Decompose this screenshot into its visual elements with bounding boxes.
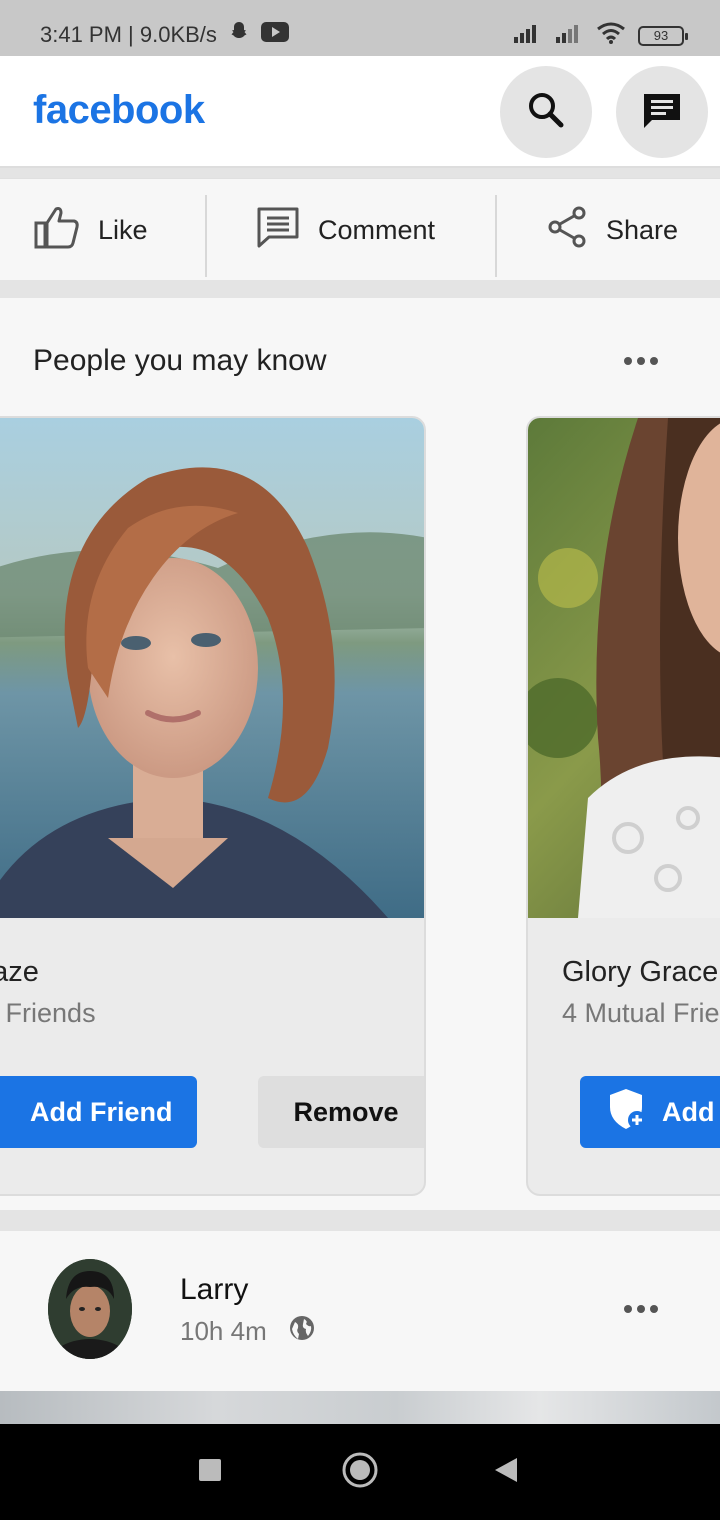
back-button[interactable] [486, 1452, 526, 1492]
post-action-row: Like Comment Share [0, 178, 720, 280]
home-button[interactable] [340, 1452, 380, 1492]
signal-icon [512, 23, 542, 48]
status-time-speed: 3:41 PM | 9.0KB/s [40, 22, 217, 47]
battery-indicator: 93 [638, 25, 688, 46]
youtube-icon [260, 22, 289, 48]
suggestion-card: Maze ual Friends Add Friend Remove [0, 416, 426, 1196]
action-divider [205, 195, 207, 277]
comment-label: Comment [318, 214, 436, 245]
square-icon [198, 1458, 222, 1487]
top-app-bar: facebook [0, 56, 720, 168]
recents-button[interactable] [190, 1452, 230, 1492]
globe-icon [289, 1315, 315, 1348]
search-icon [526, 90, 566, 135]
share-button[interactable]: Share [548, 179, 678, 281]
add-friend-button[interactable]: Add Friend [0, 1076, 197, 1148]
remove-button[interactable]: Remove [258, 1076, 424, 1148]
system-nav-bar [0, 1424, 720, 1520]
message-icon [640, 88, 684, 137]
share-label: Share [606, 214, 679, 245]
status-right: 93 [512, 22, 688, 49]
share-icon [548, 206, 588, 255]
snapchat-icon [227, 20, 251, 50]
search-button[interactable] [500, 66, 592, 158]
screen: 3:41 PM | 9.0KB/s 93 facebook Like Comme… [0, 0, 720, 1520]
like-button[interactable]: Like [34, 179, 148, 281]
status-left: 3:41 PM | 9.0KB/s [40, 20, 289, 50]
comment-icon [256, 206, 300, 255]
mutual-friends: 4 Mutual Frie [562, 998, 720, 1028]
add-friend-button[interactable]: Add [580, 1076, 720, 1148]
signal-2-icon [554, 23, 584, 48]
more-options-icon[interactable] [624, 357, 658, 365]
remove-label: Remove [293, 1096, 399, 1127]
post-header: Larry 10h 4m [0, 1231, 720, 1391]
post-more-options-icon[interactable] [624, 1305, 658, 1313]
action-divider [495, 195, 497, 277]
mutual-friends: ual Friends [0, 998, 96, 1028]
messenger-button[interactable] [616, 66, 708, 158]
status-bar: 3:41 PM | 9.0KB/s 93 [0, 0, 720, 56]
post-author[interactable]: Larry [180, 1273, 248, 1307]
comment-button[interactable]: Comment [256, 179, 435, 281]
add-friend-label: Add Friend [30, 1096, 173, 1127]
like-label: Like [98, 214, 148, 245]
profile-photo[interactable] [528, 418, 720, 918]
wifi-icon [596, 22, 626, 49]
post-meta: 10h 4m [180, 1315, 315, 1348]
circle-icon [341, 1451, 379, 1494]
section-title: People you may know [33, 344, 327, 377]
people-you-may-know-section: People you may know ze Friends Add Frien… [0, 298, 720, 1210]
triangle-back-icon [493, 1456, 519, 1489]
post-time: 10h 4m [180, 1316, 267, 1346]
suggestion-card: Glory Grace 4 Mutual Frie Add [526, 416, 720, 1196]
suggestion-name[interactable]: Glory Grace [562, 956, 718, 989]
suggestion-name[interactable]: Maze [0, 956, 39, 989]
facebook-logo[interactable]: facebook [33, 88, 205, 133]
thumbs-up-icon [34, 205, 80, 256]
profile-photo[interactable] [0, 418, 424, 918]
add-friend-label: Add [662, 1096, 715, 1127]
shield-plus-icon [608, 1087, 648, 1138]
avatar[interactable] [48, 1259, 132, 1359]
post-image[interactable] [0, 1391, 720, 1425]
